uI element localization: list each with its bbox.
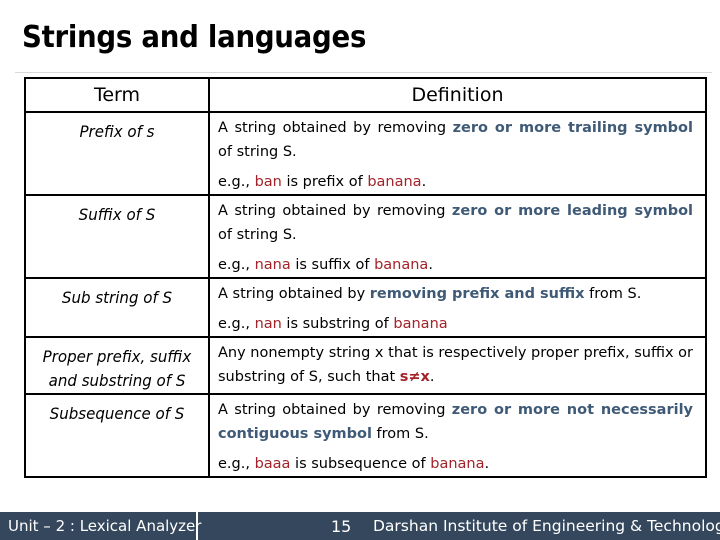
def-condition: s≠x — [399, 369, 430, 385]
definition-text: A string obtained by removing prefix and… — [218, 282, 693, 306]
term-prefix: Prefix of s — [79, 122, 155, 141]
definition-cell: A string obtained by removing zero or mo… — [208, 393, 707, 478]
definition-cell: A string obtained by removing zero or mo… — [208, 111, 707, 196]
term-cell: Prefix of s — [24, 111, 210, 196]
definition-text: A string obtained by removing zero or mo… — [218, 116, 693, 164]
def-highlight: zero or more trailing symbol — [452, 120, 693, 136]
def-text: of string S. — [218, 227, 297, 243]
example-prefix: e.g., — [218, 257, 255, 273]
example-target: banana — [430, 456, 485, 472]
example-middle: is suffix of — [290, 257, 375, 273]
example-end: . — [428, 257, 433, 273]
def-text: A string obtained by removing — [218, 402, 452, 418]
def-text: A string obtained by removing — [218, 203, 452, 219]
table-row: Prefix of s A string obtained by removin… — [24, 111, 707, 196]
slide-title: Strings and languages — [22, 20, 367, 55]
example-prefix: e.g., — [218, 316, 255, 332]
example-prefix: e.g., — [218, 174, 255, 190]
footer-divider — [196, 512, 198, 540]
definition-text: A string obtained by removing zero or mo… — [218, 199, 693, 247]
def-text: Any nonempty string x that is respective… — [218, 345, 693, 385]
def-text: from S. — [371, 426, 429, 442]
footer-unit: Unit – 2 : Lexical Analyzer — [8, 517, 202, 535]
example-text: e.g., nan is substring of banana — [218, 312, 693, 336]
def-text: of string S. — [218, 144, 297, 160]
example-middle: is prefix of — [281, 174, 368, 190]
footer-bar: Unit – 2 : Lexical Analyzer 15 Darshan I… — [0, 512, 720, 540]
definition-text: A string obtained by removing zero or mo… — [218, 398, 693, 446]
example-middle: is substring of — [281, 316, 394, 332]
definition-cell: Any nonempty string x that is respective… — [208, 336, 707, 395]
example-word: ban — [254, 174, 282, 190]
example-text: e.g., ban is prefix of banana. — [218, 170, 693, 194]
term-proper-line-1: Proper prefix, suffix — [42, 347, 192, 366]
table-row: Proper prefix, suffix and substring of S… — [24, 336, 707, 395]
header-term: Term — [24, 77, 210, 113]
def-text: . — [429, 369, 435, 385]
example-middle: is subsequence of — [290, 456, 431, 472]
def-text: from S. — [584, 286, 642, 302]
example-target: banana — [367, 174, 422, 190]
example-word: baaa — [254, 456, 291, 472]
title-divider — [15, 72, 712, 73]
terms-table: Term Definition Prefix of s A string obt… — [24, 77, 707, 478]
term-substring: Sub string of S — [61, 288, 173, 307]
example-prefix: e.g., — [218, 456, 255, 472]
example-word: nan — [254, 316, 282, 332]
page-number: 15 — [331, 517, 352, 536]
definition-cell: A string obtained by removing prefix and… — [208, 277, 707, 338]
example-target: banana — [374, 257, 429, 273]
term-cell: Suffix of S — [24, 194, 210, 279]
example-text: e.g., nana is suffix of banana. — [218, 253, 693, 277]
example-end: . — [421, 174, 427, 190]
term-subsequence: Subsequence of S — [49, 404, 185, 423]
def-text: A string obtained by — [218, 286, 370, 302]
footer-institute: Darshan Institute of Engineering & Techn… — [373, 517, 720, 535]
def-highlight: zero or more leading symbol — [451, 203, 693, 219]
def-highlight: removing prefix and suffix — [369, 286, 585, 302]
definition-cell: A string obtained by removing zero or mo… — [208, 194, 707, 279]
term-cell: Subsequence of S — [24, 393, 210, 478]
table-row: Suffix of S A string obtained by removin… — [24, 194, 707, 279]
term-cell: Proper prefix, suffix and substring of S — [24, 336, 210, 395]
def-text: A string obtained by removing — [218, 120, 453, 136]
term-proper-line-2: and substring of S — [48, 371, 186, 390]
table-row: Sub string of S A string obtained by rem… — [24, 277, 707, 338]
table-row: Subsequence of S A string obtained by re… — [24, 393, 707, 478]
example-target: banana — [393, 316, 448, 332]
header-definition: Definition — [208, 77, 707, 113]
table-header-row: Term Definition — [24, 77, 707, 113]
term-suffix: Suffix of S — [78, 205, 156, 224]
example-text: e.g., baaa is subsequence of banana. — [218, 452, 693, 476]
example-word: nana — [254, 257, 291, 273]
example-end: . — [484, 456, 490, 472]
term-cell: Sub string of S — [24, 277, 210, 338]
definition-text: Any nonempty string x that is respective… — [218, 341, 693, 389]
